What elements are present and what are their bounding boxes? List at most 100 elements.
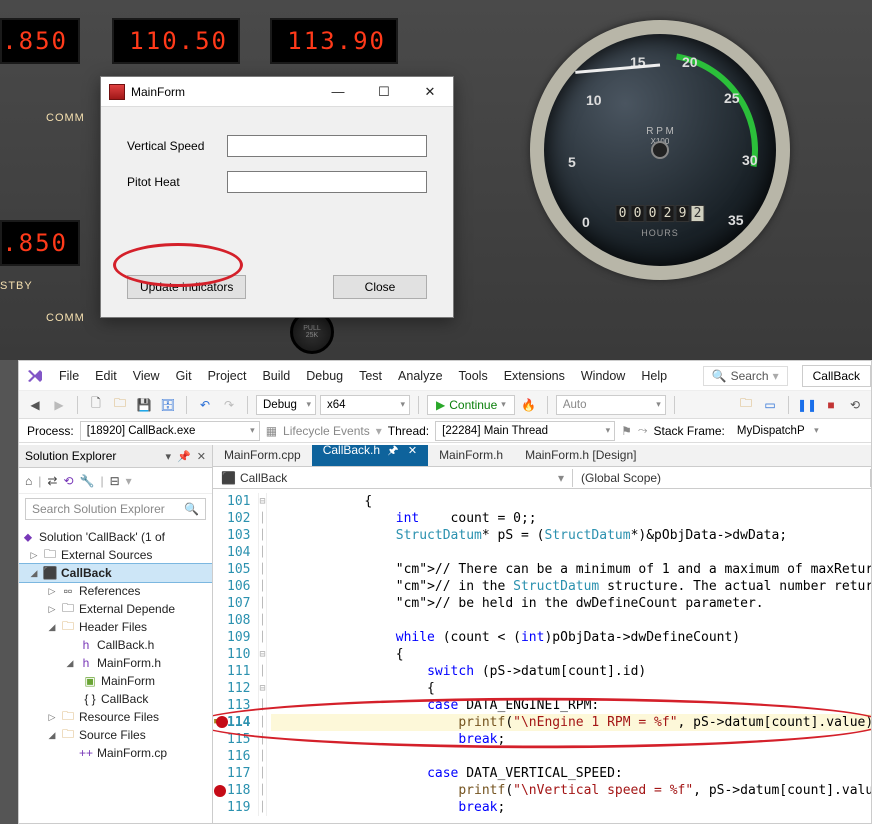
code-line[interactable] (271, 612, 871, 629)
search-box[interactable]: 🔍 Search ▾ (703, 366, 788, 386)
nav-project[interactable]: ⬛ CallBack ▾ (213, 469, 573, 487)
tab-mainform-cpp[interactable]: MainForm.cpp (213, 445, 312, 466)
menu-file[interactable]: File (51, 361, 87, 391)
search-icon: 🔍 (184, 502, 199, 516)
save-all-icon[interactable]: 🗄 (158, 395, 178, 415)
code-line[interactable]: { (271, 646, 871, 663)
nav-scope[interactable]: (Global Scope) (573, 469, 871, 487)
config-combo[interactable]: Debug (256, 395, 316, 415)
code-line[interactable]: printf("\nVertical speed = %f", pS->datu… (271, 782, 871, 799)
code-line[interactable]: while (count < (int)pObjData->dwDefineCo… (271, 629, 871, 646)
code-line[interactable]: break; (271, 731, 871, 748)
menu-test[interactable]: Test (351, 361, 390, 391)
dropdown-icon[interactable]: ▾ (166, 450, 172, 463)
close-panel-icon[interactable]: ✕ (197, 450, 206, 463)
forward-button[interactable]: ▶ (49, 395, 69, 415)
solution-configuration[interactable]: CallBack (802, 365, 871, 387)
line-number: 111 (227, 663, 250, 680)
menu-git[interactable]: Git (168, 361, 200, 391)
close-form-button[interactable]: Close (333, 275, 427, 299)
folder-icon: 🗀 (43, 548, 57, 562)
auto-combo[interactable]: Auto (556, 395, 666, 415)
pause-icon[interactable]: ❚❚ (797, 395, 817, 415)
menu-tools[interactable]: Tools (451, 361, 496, 391)
form-icon: ▣ (83, 674, 97, 688)
code-line[interactable]: { (271, 680, 871, 697)
toolbar-icon-2[interactable]: ▭ (760, 395, 780, 415)
tab-callback-h[interactable]: CallBack.h 🖈 ✕ (312, 445, 428, 466)
menu-view[interactable]: View (125, 361, 168, 391)
home-icon[interactable]: ⌂ (25, 474, 32, 488)
solution-icon: ⬥ (21, 530, 35, 544)
platform-combo[interactable]: x64 (320, 395, 410, 415)
code-line[interactable] (271, 748, 871, 765)
maximize-button[interactable]: ☐ (361, 77, 407, 107)
redo-icon[interactable]: ↷ (219, 395, 239, 415)
restart-icon[interactable]: ⟲ (845, 395, 865, 415)
vertical-speed-input[interactable] (227, 135, 427, 157)
code-line[interactable]: { (271, 493, 871, 510)
menu-help[interactable]: Help (633, 361, 675, 391)
code-line[interactable]: "cm">// be held in the dwDefineCount par… (271, 595, 871, 612)
lcd-readout-4: .850 (0, 220, 80, 266)
breakpoint-icon[interactable] (216, 716, 228, 728)
continue-button[interactable]: ▶ Continue ▾ (427, 395, 515, 415)
app-icon (109, 84, 125, 100)
switch-views-icon[interactable]: ⇄ (47, 474, 57, 488)
save-icon[interactable]: 💾 (134, 395, 154, 415)
update-indicators-button[interactable]: Update indicators (127, 275, 246, 299)
process-combo[interactable]: [18920] CallBack.exe (80, 421, 260, 441)
menu-window[interactable]: Window (573, 361, 633, 391)
code-line[interactable] (271, 544, 871, 561)
solution-search[interactable]: Search Solution Explorer 🔍 (25, 498, 206, 520)
collapse-icon[interactable]: ⊟ (110, 474, 120, 488)
folder-icon: 🗀 (61, 710, 75, 724)
new-item-icon[interactable]: 🗋 (86, 395, 106, 415)
code-line[interactable]: switch (pS->datum[count].id) (271, 663, 871, 680)
stack-frame-combo[interactable]: MyDispatchP (731, 421, 823, 441)
visual-studio-window: FileEditViewGitProjectBuildDebugTestAnal… (18, 360, 872, 824)
close-button[interactable]: ✕ (407, 77, 453, 107)
code-line[interactable]: printf("\nEngine 1 RPM = %f", pS->datum[… (271, 714, 871, 731)
sync-icon[interactable]: ⟲ (63, 474, 73, 488)
menu-edit[interactable]: Edit (87, 361, 125, 391)
wrench-icon[interactable]: 🔧 (80, 474, 95, 488)
code-line[interactable]: StructDatum* pS = (StructDatum*)&pObjDat… (271, 527, 871, 544)
toolbar-icon-1[interactable]: 🗀 (736, 395, 756, 415)
menu-build[interactable]: Build (254, 361, 298, 391)
undo-icon[interactable]: ↶ (195, 395, 215, 415)
titlebar[interactable]: MainForm — ☐ ✕ (101, 77, 453, 107)
minimize-button[interactable]: — (315, 77, 361, 107)
process-label: Process: (27, 424, 74, 438)
code-line[interactable]: "cm">// in the StructDatum structure. Th… (271, 578, 871, 595)
menu-extensions[interactable]: Extensions (496, 361, 573, 391)
code-line[interactable]: case DATA_ENGINE1_RPM: (271, 697, 871, 714)
code-line[interactable]: int count = 0;; (271, 510, 871, 527)
project-node-callback[interactable]: ◢ ⬛ CallBack (19, 564, 212, 582)
pitot-heat-input[interactable] (227, 171, 427, 193)
lcd-readout-3: 113.90 (270, 18, 398, 64)
breakpoint-icon[interactable] (214, 785, 226, 797)
code-line[interactable]: break; (271, 799, 871, 816)
close-tab-icon[interactable]: ✕ (408, 445, 417, 457)
toolbar: ◀ ▶ 🗋 🗀 💾 🗄 ↶ ↷ Debug x64 ▶ Continue ▾ 🔥… (19, 391, 871, 419)
pin-tab-icon[interactable]: 🖈 (387, 445, 398, 457)
menu-project[interactable]: Project (200, 361, 255, 391)
tab-mainform-h[interactable]: MainForm.h (428, 445, 514, 466)
hot-reload-icon[interactable]: 🔥 (519, 395, 539, 415)
back-button[interactable]: ◀ (25, 395, 45, 415)
pin-icon[interactable]: 📌 (177, 450, 191, 463)
code-line[interactable]: case DATA_VERTICAL_SPEED: (271, 765, 871, 782)
lifecycle-label[interactable]: Lifecycle Events (283, 424, 370, 438)
tab-mainform-design[interactable]: MainForm.h [Design] (514, 445, 647, 466)
solution-tree[interactable]: ⬥ Solution 'CallBack' (1 of ▷ 🗀 External… (19, 524, 212, 766)
stop-icon[interactable]: ■ (821, 395, 841, 415)
menu-debug[interactable]: Debug (298, 361, 351, 391)
references-icon: ▫▫ (61, 584, 75, 598)
line-number: 113 (227, 697, 250, 714)
line-number: 117 (227, 765, 250, 782)
thread-combo[interactable]: [22284] Main Thread (435, 421, 615, 441)
menu-analyze[interactable]: Analyze (390, 361, 450, 391)
open-icon[interactable]: 🗀 (110, 395, 130, 415)
code-line[interactable]: "cm">// There can be a minimum of 1 and … (271, 561, 871, 578)
